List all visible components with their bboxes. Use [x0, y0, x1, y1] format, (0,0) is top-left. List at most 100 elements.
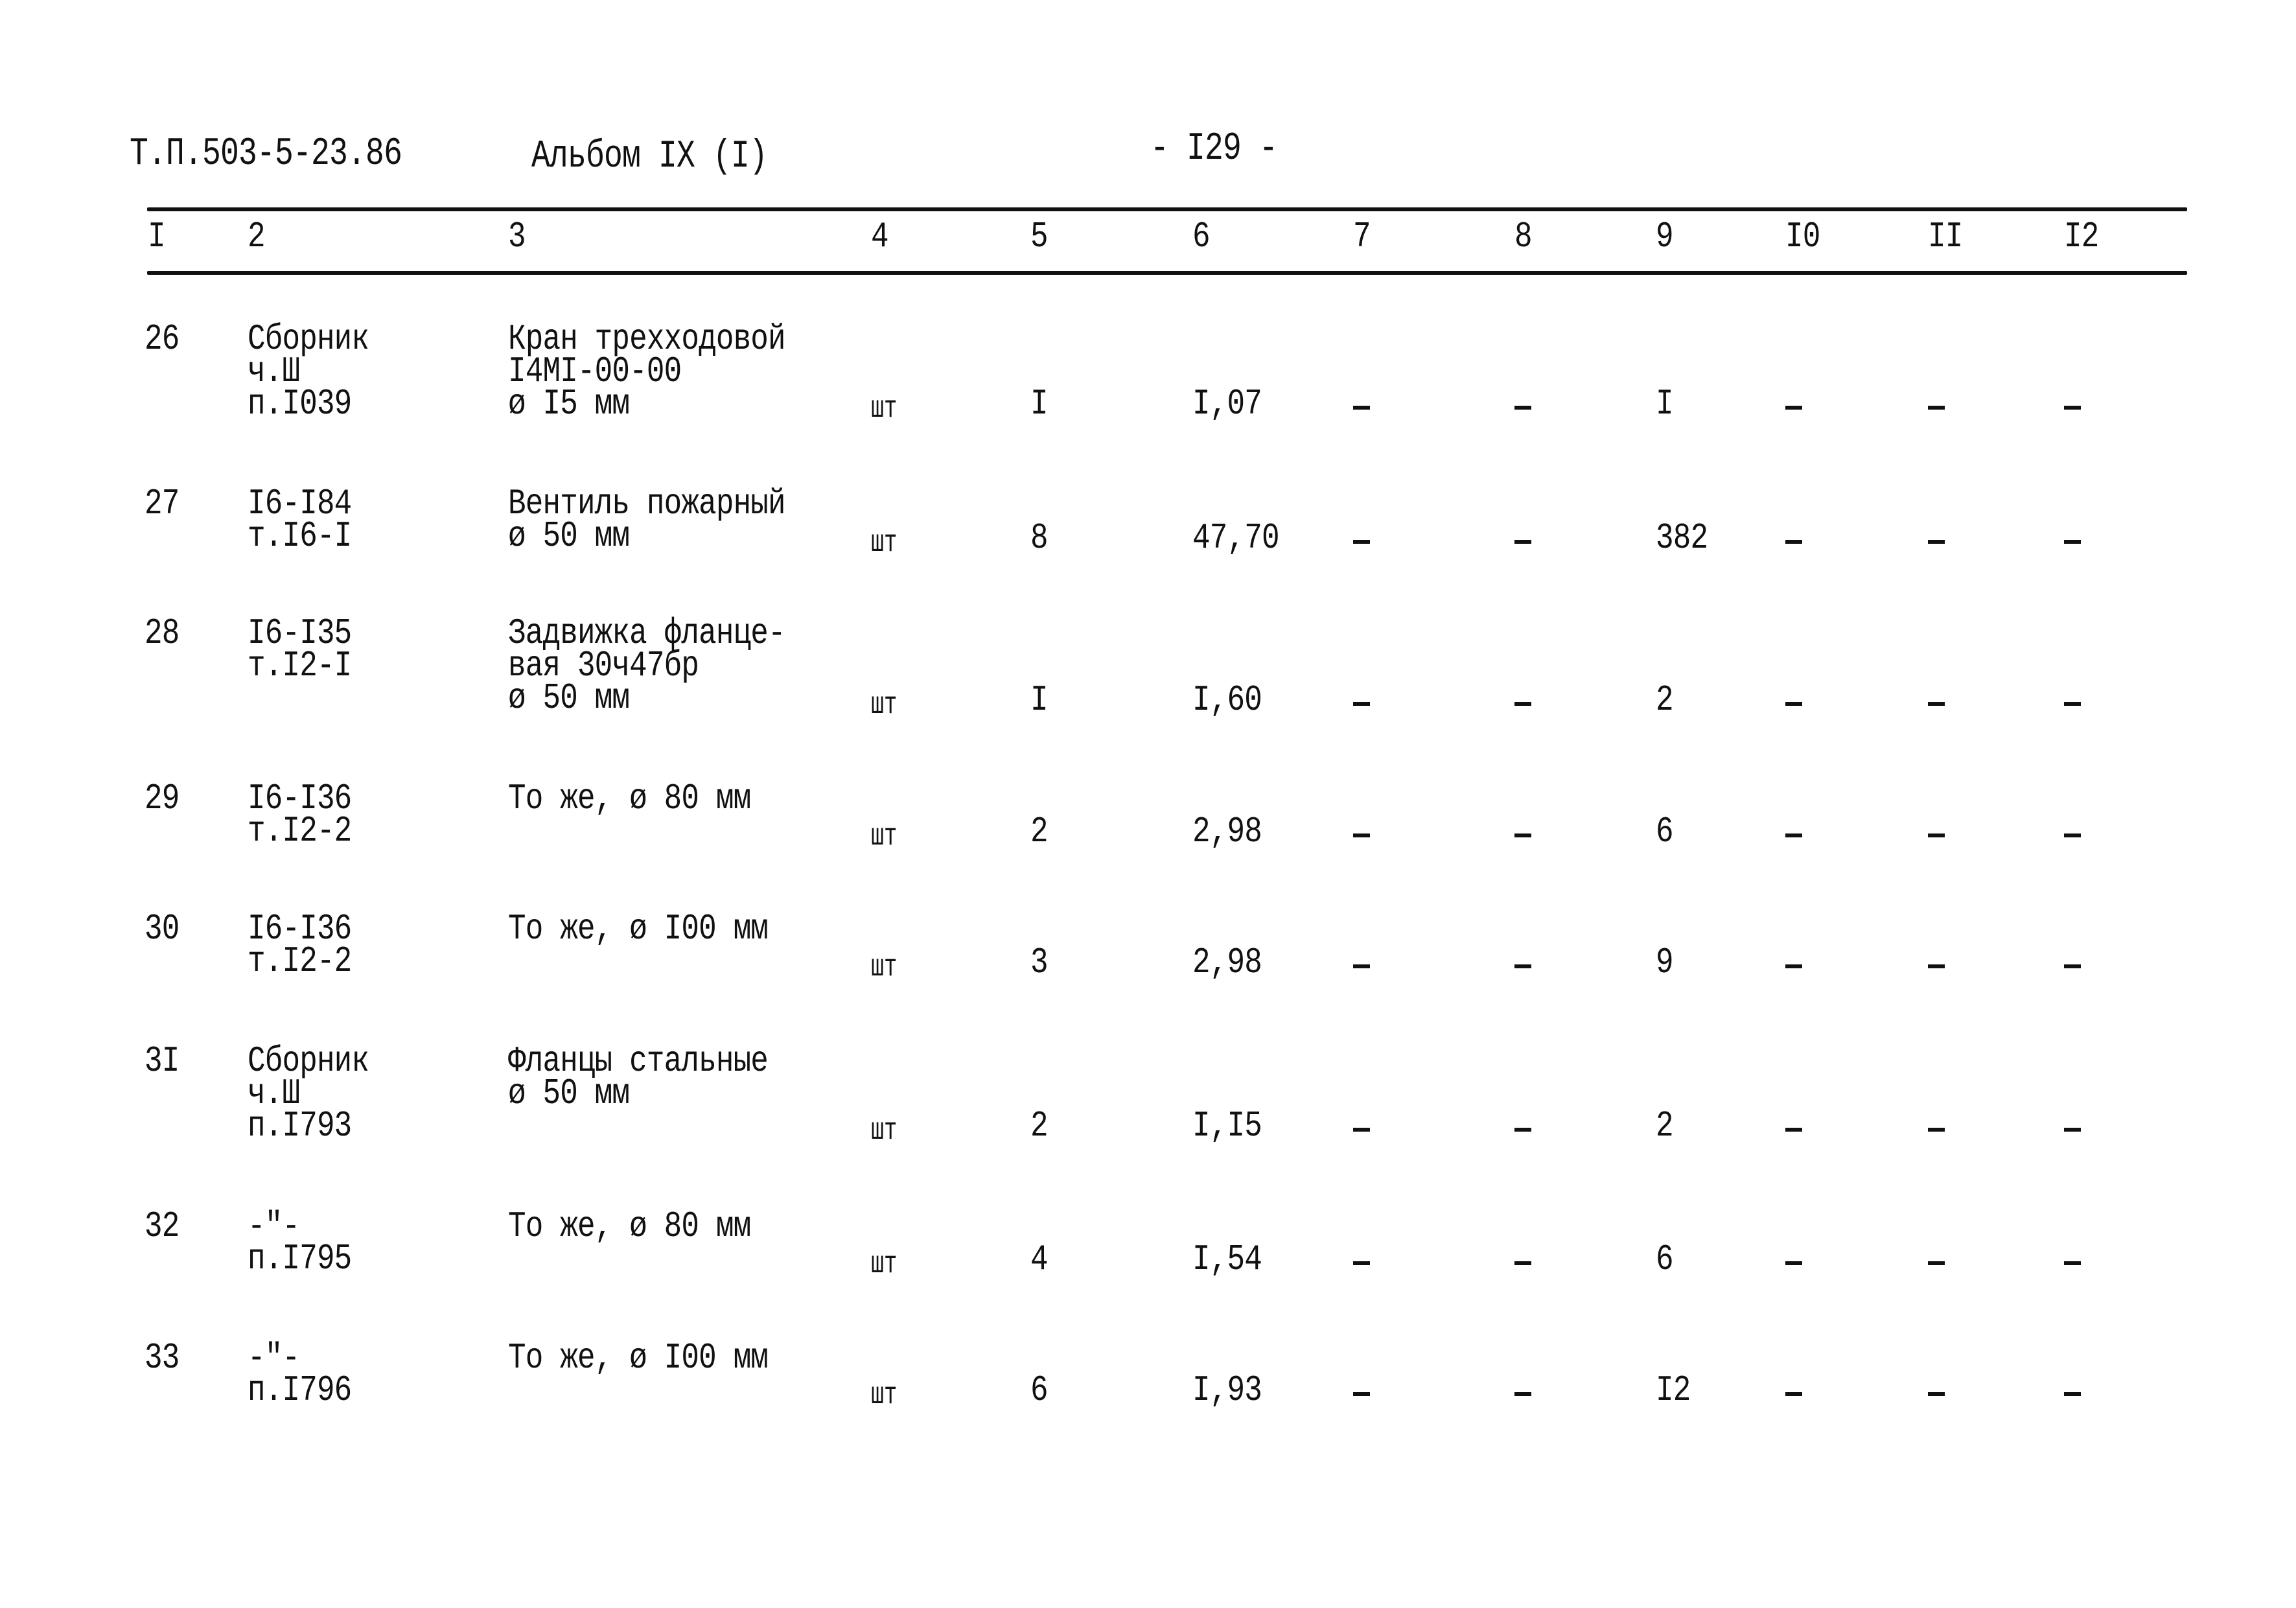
dash-c10	[1785, 1128, 1802, 1132]
description-line: ø 50 мм	[508, 515, 630, 557]
dash-c7	[1353, 702, 1370, 706]
row-number: 27	[145, 483, 180, 524]
column-header-5: 5	[1030, 216, 1049, 257]
column-header-2: 2	[248, 216, 266, 257]
dash-c8	[1514, 540, 1531, 544]
value-col-9: I	[1656, 383, 1674, 425]
value-col-6: I,54	[1192, 1239, 1262, 1280]
dash-c12	[2064, 964, 2081, 968]
album-title: Альбом IX (I)	[531, 135, 768, 179]
value-col-6: I,I5	[1192, 1105, 1262, 1147]
dash-c7	[1353, 1261, 1370, 1265]
dash-c7	[1353, 1392, 1370, 1396]
reference-line: п.I039	[248, 383, 352, 425]
dash-c10	[1785, 833, 1802, 837]
row-number: 28	[145, 612, 180, 654]
reference-line: п.I796	[248, 1369, 352, 1411]
dash-c8	[1514, 964, 1531, 968]
dash-c12	[2064, 1128, 2081, 1132]
column-header-1: I	[148, 216, 166, 257]
unit: шт	[871, 950, 898, 985]
column-header-4: 4	[871, 216, 889, 257]
reference-line: т.I2-2	[248, 810, 352, 852]
column-header-12: I2	[2064, 216, 2099, 257]
dash-c8	[1514, 1392, 1531, 1396]
description-line: ø 50 мм	[508, 1073, 630, 1114]
dash-c11	[1928, 833, 1945, 837]
dash-c8	[1514, 1261, 1531, 1265]
unit: шт	[871, 688, 898, 723]
dash-c10	[1785, 1392, 1802, 1396]
unit: шт	[871, 526, 898, 561]
row-number: 3I	[145, 1040, 180, 1082]
quantity: 8	[1030, 517, 1049, 559]
unit: шт	[871, 1378, 898, 1413]
quantity: 6	[1030, 1369, 1049, 1411]
column-header-3: 3	[508, 216, 526, 257]
value-col-9: 6	[1656, 811, 1674, 852]
dash-c8	[1514, 833, 1531, 837]
dash-c10	[1785, 964, 1802, 968]
dash-c8	[1514, 702, 1531, 706]
dash-c7	[1353, 1128, 1370, 1132]
reference-line: т.I2-I	[248, 645, 352, 686]
dash-c8	[1514, 406, 1531, 410]
quantity: 2	[1030, 811, 1049, 852]
page-number: - I29 -	[1150, 127, 1278, 171]
quantity: I	[1030, 383, 1049, 425]
quantity: 2	[1030, 1105, 1049, 1147]
column-header-11: II	[1928, 216, 1963, 257]
dash-c10	[1785, 702, 1802, 706]
value-col-6: 2,98	[1192, 811, 1262, 852]
table-header-bottom-rule	[147, 271, 2187, 275]
value-col-6: I,07	[1192, 383, 1262, 425]
description-line: ø 50 мм	[508, 677, 630, 719]
column-header-7: 7	[1353, 216, 1371, 257]
value-col-9: 2	[1656, 679, 1674, 721]
row-number: 30	[145, 908, 180, 950]
dash-c10	[1785, 1261, 1802, 1265]
column-header-9: 9	[1656, 216, 1674, 257]
dash-c11	[1928, 540, 1945, 544]
unit: шт	[871, 819, 898, 854]
quantity: 3	[1030, 942, 1049, 983]
description-line: То же, ø I00 мм	[508, 908, 769, 950]
dash-c7	[1353, 540, 1370, 544]
quantity: 4	[1030, 1239, 1049, 1280]
dash-c12	[2064, 833, 2081, 837]
dash-c7	[1353, 964, 1370, 968]
row-number: 29	[145, 778, 180, 819]
reference-line: т.I6-I	[248, 515, 352, 557]
unit: шт	[871, 1247, 898, 1282]
unit: шт	[871, 391, 898, 426]
value-col-6: I,93	[1192, 1369, 1262, 1411]
dash-c11	[1928, 1261, 1945, 1265]
unit: шт	[871, 1113, 898, 1148]
document-code: Т.П.503-5-23.86	[130, 132, 402, 176]
row-number: 32	[145, 1206, 180, 1247]
row-number: 33	[145, 1337, 180, 1379]
value-col-6: 47,70	[1192, 517, 1280, 559]
reference-line: п.I793	[248, 1105, 352, 1147]
description-line: То же, ø 80 мм	[508, 778, 751, 819]
dash-c12	[2064, 540, 2081, 544]
value-col-9: 9	[1656, 942, 1674, 983]
dash-c11	[1928, 702, 1945, 706]
dash-c11	[1928, 1128, 1945, 1132]
row-number: 26	[145, 318, 180, 360]
table-top-rule	[147, 207, 2187, 211]
dash-c8	[1514, 1128, 1531, 1132]
dash-c11	[1928, 406, 1945, 410]
dash-c12	[2064, 406, 2081, 410]
dash-c10	[1785, 406, 1802, 410]
dash-c12	[2064, 1392, 2081, 1396]
dash-c12	[2064, 1261, 2081, 1265]
value-col-6: 2,98	[1192, 942, 1262, 983]
description-line: То же, ø I00 мм	[508, 1337, 769, 1379]
reference-line: п.I795	[248, 1238, 352, 1279]
value-col-9: I2	[1656, 1369, 1691, 1411]
dash-c12	[2064, 702, 2081, 706]
dash-c10	[1785, 540, 1802, 544]
description-line: То же, ø 80 мм	[508, 1206, 751, 1247]
value-col-6: I,60	[1192, 679, 1262, 721]
